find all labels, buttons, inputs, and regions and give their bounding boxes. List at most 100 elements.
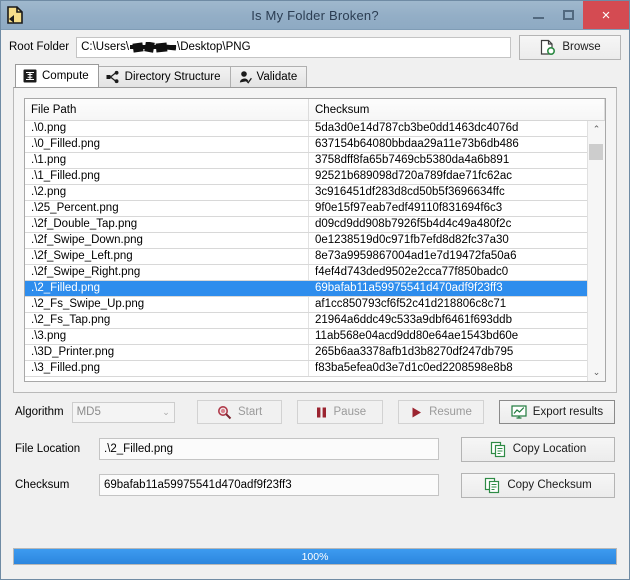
cell-file-path: .\2f_Swipe_Left.png	[25, 249, 309, 264]
list-header: File Path Checksum	[25, 99, 605, 121]
user-check-icon	[238, 70, 252, 84]
cell-file-path: .\25_Percent.png	[25, 201, 309, 216]
cell-checksum: 69bafab11a59975541d470adf9f23ff3	[315, 282, 503, 294]
algorithm-value: MD5	[76, 406, 101, 418]
checksum-input[interactable]: 69bafab11a59975541d470adf9f23ff3	[99, 474, 439, 496]
tab-compute[interactable]: Compute	[15, 64, 99, 87]
algorithm-label: Algorithm	[15, 406, 64, 418]
root-folder-label: Root Folder	[9, 41, 70, 53]
scrollbar-thumb[interactable]	[589, 144, 603, 160]
resume-button[interactable]: Resume	[398, 400, 484, 424]
table-row[interactable]: .\1.png 3758dff8fa65b7469cb5380da4a6b891	[25, 153, 587, 169]
root-folder-input[interactable]: C:\Users\ \Desktop\PNG	[76, 36, 511, 58]
cell-checksum: 637154b64080bbdaa29a11e73b6db486	[315, 138, 519, 150]
column-header-checksum[interactable]: Checksum	[309, 99, 605, 120]
cell-checksum: 0e1238519d0c971fb7efd8d82fc37a30	[315, 234, 509, 246]
progress-label: 100%	[301, 550, 329, 563]
scrollbar-track[interactable]	[588, 138, 605, 364]
play-icon	[410, 406, 423, 419]
table-row[interactable]: .\2f_Swipe_Left.png 8e73a9959867004ad1e7d…	[25, 249, 587, 265]
cell-checksum: af1cc850793cf6f52c41d218806c8c71	[315, 298, 507, 310]
browse-button[interactable]: Browse	[519, 34, 621, 60]
redacted-username	[129, 41, 177, 53]
pause-button[interactable]: Pause	[297, 400, 384, 424]
cell-checksum: 21964a6ddc49c533a9dbf6461f693ddb	[315, 314, 512, 326]
cell-file-path: .\2_Fs_Tap.png	[25, 313, 309, 328]
minimize-icon	[532, 17, 544, 19]
cell-file-path: .\2f_Swipe_Down.png	[25, 233, 309, 248]
cell-file-path: .\2_Filled.png	[25, 281, 309, 296]
cell-file-path: .\1.png	[25, 153, 309, 168]
table-row[interactable]: .\2f_Swipe_Down.png 0e1238519d0c971fb7efd…	[25, 233, 587, 249]
table-row[interactable]: .\2f_Swipe_Right.png f4ef4d743ded9502e2cc…	[25, 265, 587, 281]
table-row[interactable]: .\3D_Printer.png 265b6aa3378afb1d3b8270df…	[25, 345, 587, 361]
tab-compute-label: Compute	[42, 70, 89, 82]
table-row[interactable]: .\3_Filled.png f83ba5efea0d3e7d1c0ed22085…	[25, 361, 587, 377]
copy-checksum-label: Copy Checksum	[507, 479, 592, 491]
minimize-button[interactable]	[523, 1, 553, 29]
root-folder-suffix: \Desktop\PNG	[177, 41, 251, 53]
root-folder-prefix: C:\Users\	[81, 41, 130, 53]
cell-checksum: f83ba5efea0d3e7d1c0ed2208598e8b8	[315, 362, 513, 374]
file-location-input[interactable]: .\2_Filled.png	[99, 438, 439, 460]
results-list[interactable]: File Path Checksum .\0.png 5da3d0e14d787c…	[24, 98, 606, 382]
cell-file-path: .\3.png	[25, 329, 309, 344]
controls-row: Algorithm MD5 ⌄ Start Pause Resume Expor…	[15, 393, 615, 431]
cell-checksum: 3758dff8fa65b7469cb5380da4a6b891	[315, 154, 510, 166]
tree-icon	[106, 70, 120, 84]
maximize-button[interactable]	[553, 1, 583, 29]
copy-checksum-button[interactable]: Copy Checksum	[461, 472, 615, 498]
start-button[interactable]: Start	[196, 400, 283, 424]
table-row[interactable]: .\1_Filled.png 92521b689098d720a789fdae71…	[25, 169, 587, 185]
pause-icon	[315, 406, 328, 419]
table-row[interactable]: .\0.png 5da3d0e14d787cb3be0dd1463dc4076d	[25, 121, 587, 137]
tab-directory-structure[interactable]: Directory Structure	[97, 66, 231, 87]
pause-button-label: Pause	[333, 406, 367, 418]
magnifier-icon	[217, 405, 232, 420]
table-row[interactable]: .\2.png 3c916451df283d8cd50b5f3696634ffc	[25, 185, 587, 201]
column-header-file-path[interactable]: File Path	[25, 99, 309, 120]
export-results-label: Export results	[532, 406, 604, 418]
table-row[interactable]: .\2_Filled.png 69bafab11a59975541d470adf9…	[25, 281, 587, 297]
cell-file-path: .\2f_Double_Tap.png	[25, 217, 309, 232]
cell-checksum: 8e73a9959867004ad1e7d19472fa50a6	[315, 250, 517, 262]
table-row[interactable]: .\2_Fs_Swipe_Up.png af1cc850793cf6f52c41d…	[25, 297, 587, 313]
cell-checksum: d09cd9dd908b7926f5b4d4c49a480f2c	[315, 218, 512, 230]
scroll-up-icon[interactable]: ⌃	[588, 121, 605, 138]
cell-checksum: 5da3d0e14d787cb3be0dd1463dc4076d	[315, 122, 519, 134]
start-button-label: Start	[237, 406, 263, 418]
table-row[interactable]: .\2f_Double_Tap.png d09cd9dd908b7926f5b4d…	[25, 217, 587, 233]
table-row[interactable]: .\2_Fs_Tap.png 21964a6ddc49c533a9dbf6461f…	[25, 313, 587, 329]
tab-strip: Compute Directory Structure Validate	[1, 64, 629, 87]
maximize-icon	[562, 10, 574, 20]
list-vertical-scrollbar[interactable]: ⌃ ⌄	[587, 121, 605, 381]
cell-checksum: 11ab568e04acd9dd80e64ae1543bd60e	[315, 330, 519, 342]
table-row[interactable]: .\3.png 11ab568e04acd9dd80e64ae1543bd60e	[25, 329, 587, 345]
cell-file-path: .\2_Fs_Swipe_Up.png	[25, 297, 309, 312]
cell-file-path: .\0_Filled.png	[25, 137, 309, 152]
file-location-row: File Location .\2_Filled.png Copy Locati…	[15, 431, 615, 467]
file-location-label: File Location	[15, 443, 81, 455]
root-folder-row: Root Folder C:\Users\ \Desktop\PNG Brows…	[1, 30, 629, 64]
tab-directory-structure-label: Directory Structure	[124, 71, 221, 83]
export-results-button[interactable]: Export results	[498, 400, 615, 424]
copy-icon	[484, 477, 501, 494]
compute-icon	[23, 69, 37, 83]
checksum-label: Checksum	[15, 479, 70, 491]
document-icon	[5, 5, 25, 25]
table-row[interactable]: .\25_Percent.png 9f0e15f97eab7edf49110f83…	[25, 201, 587, 217]
tab-validate[interactable]: Validate	[229, 66, 308, 87]
resume-button-label: Resume	[429, 406, 472, 418]
cell-file-path: .\0.png	[25, 121, 309, 136]
chart-export-icon	[511, 404, 527, 420]
close-button[interactable]: ×	[583, 1, 629, 29]
copy-location-button[interactable]: Copy Location	[461, 436, 615, 462]
bottom-spacer	[1, 565, 629, 579]
browse-button-label: Browse	[562, 41, 601, 53]
scroll-down-icon[interactable]: ⌄	[588, 364, 605, 381]
algorithm-select[interactable]: MD5 ⌄	[71, 401, 175, 423]
window-buttons: ×	[523, 1, 629, 29]
cell-file-path: .\3_Filled.png	[25, 361, 309, 376]
cell-checksum: f4ef4d743ded9502e2cca77f850badc0	[315, 266, 509, 278]
table-row[interactable]: .\0_Filled.png 637154b64080bbdaa29a11e73b…	[25, 137, 587, 153]
